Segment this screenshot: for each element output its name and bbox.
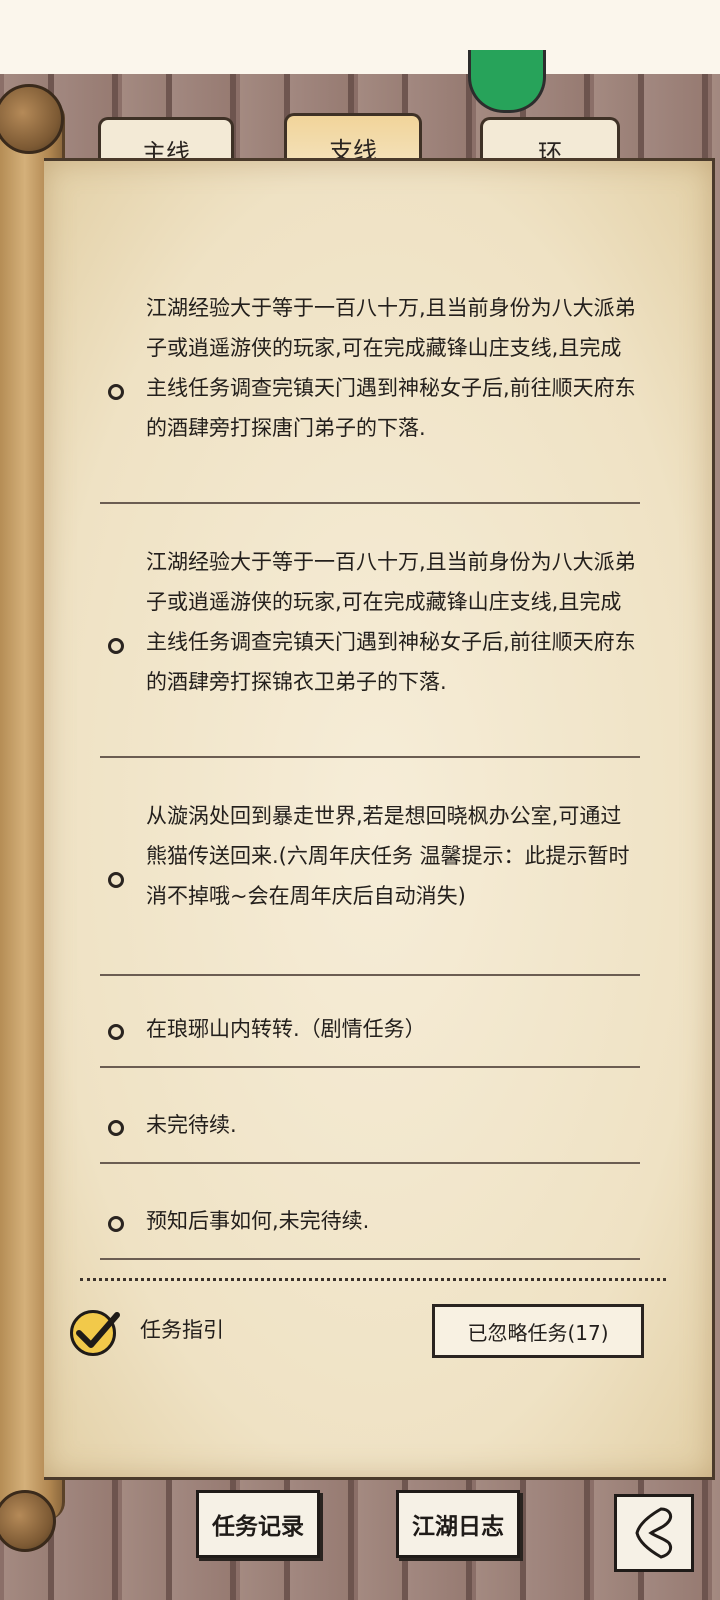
- quest-text: 在琅琊山内转转.（剧情任务）: [146, 1017, 426, 1041]
- bullet-icon: [108, 384, 124, 400]
- quest-guide-checkbox[interactable]: [70, 1310, 120, 1356]
- bullet-icon: [108, 1024, 124, 1040]
- quest-item[interactable]: 江湖经验大于等于一百八十万,且当前身份为八大派弟子或逍遥游侠的玩家,可在完成藏锋…: [100, 534, 640, 758]
- quest-text: 从漩涡处回到暴走世界,若是想回晓枫办公室,可通过熊猫传送回来.(六周年庆任务 温…: [146, 804, 630, 908]
- quest-item[interactable]: 未完待续.: [100, 1096, 640, 1164]
- bullet-icon: [108, 638, 124, 654]
- ignored-quests-button[interactable]: 已忽略任务(17): [432, 1304, 644, 1358]
- quest-item[interactable]: 预知后事如何,未完待续.: [100, 1192, 640, 1260]
- quest-record-button[interactable]: 任务记录: [196, 1490, 320, 1558]
- status-bar: [0, 0, 720, 74]
- checkmark-icon: [76, 1312, 120, 1348]
- quest-text: 未完待续.: [146, 1113, 237, 1137]
- quest-item[interactable]: 江湖经验大于等于一百八十万,且当前身份为八大派弟子或逍遥游侠的玩家,可在完成藏锋…: [100, 280, 640, 504]
- quest-item[interactable]: 从漩涡处回到暴走世界,若是想回晓枫办公室,可通过熊猫传送回来.(六周年庆任务 温…: [100, 792, 640, 976]
- quest-text: 预知后事如何,未完待续.: [146, 1209, 370, 1233]
- quest-text: 江湖经验大于等于一百八十万,且当前身份为八大派弟子或逍遥游侠的玩家,可在完成藏锋…: [146, 550, 636, 694]
- back-button[interactable]: [614, 1494, 694, 1572]
- dotted-divider: [80, 1278, 666, 1281]
- jianghu-journal-button[interactable]: 江湖日志: [396, 1490, 520, 1558]
- bullet-icon: [108, 1120, 124, 1136]
- quest-guide-label: 任务指引: [140, 1318, 224, 1342]
- bullet-icon: [108, 872, 124, 888]
- quest-text: 江湖经验大于等于一百八十万,且当前身份为八大派弟子或逍遥游侠的玩家,可在完成藏锋…: [146, 296, 636, 440]
- quest-item[interactable]: 在琅琊山内转转.（剧情任务）: [100, 1000, 640, 1068]
- bullet-icon: [108, 1216, 124, 1232]
- green-badge: [468, 50, 546, 113]
- back-arrow-icon: [635, 1507, 673, 1559]
